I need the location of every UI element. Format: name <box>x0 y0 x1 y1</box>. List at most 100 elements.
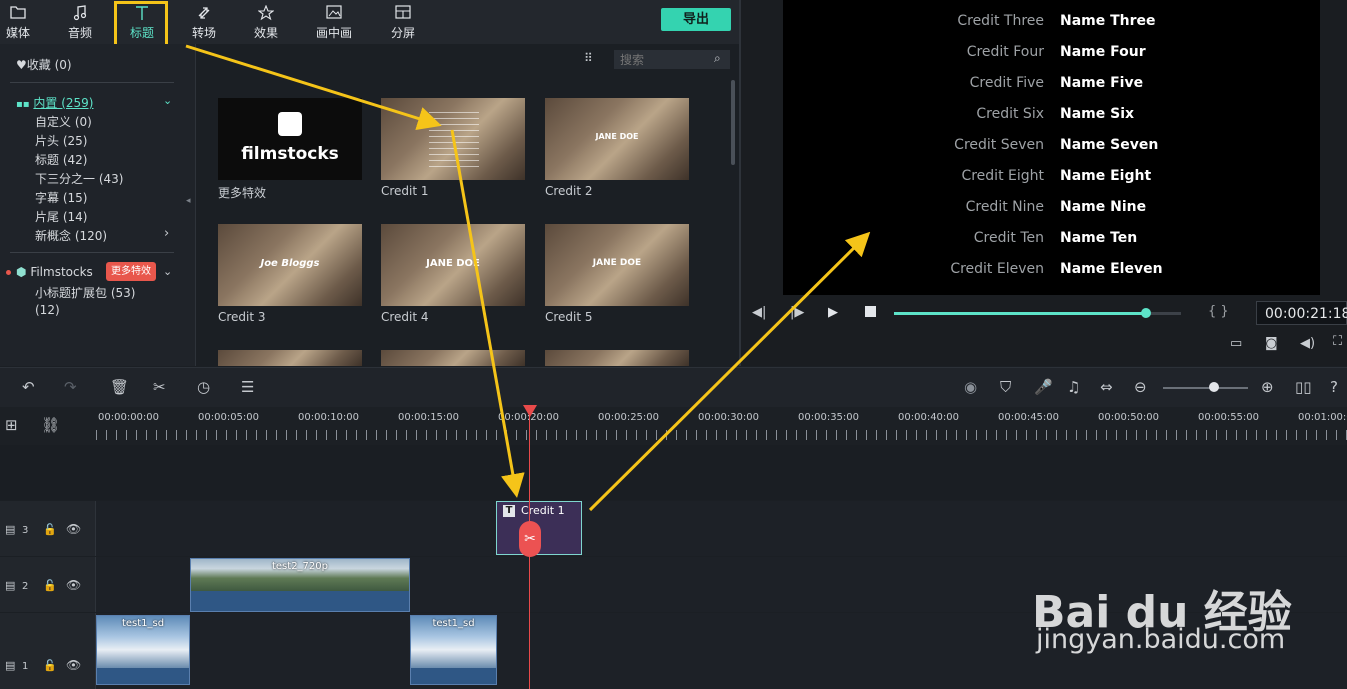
title-t-icon: T <box>503 505 515 517</box>
video-clip-track1-a[interactable]: test1_sd <box>96 615 190 685</box>
chevron-right-icon[interactable]: › <box>164 226 169 241</box>
ruler-tick-label: 00:00:30:00 <box>698 412 760 423</box>
title-library <box>196 44 739 366</box>
tab-effects[interactable]: 效果 <box>239 2 293 42</box>
thumb-overlay-text: JANE DOE <box>426 258 480 269</box>
library-scrollbar[interactable] <box>731 80 735 165</box>
credit-name: Name Nine <box>1060 199 1147 215</box>
highlight-box <box>114 1 168 47</box>
tab-split-screen[interactable]: 分屏 <box>376 2 430 42</box>
render-preview-icon[interactable]: ◉ <box>964 378 977 396</box>
fullscreen-icon[interactable]: ⛶ <box>1333 334 1342 349</box>
cut-scissors-icon[interactable]: ✂ <box>153 378 166 396</box>
divider <box>10 82 174 83</box>
tab-label: 效果 <box>253 26 278 40</box>
sidebar-item-titles[interactable]: 标题 (42) <box>35 151 87 168</box>
panel-splitter[interactable] <box>739 0 741 366</box>
grid-view-icon[interactable]: ⠿ <box>584 51 593 65</box>
credit-name: Name Eleven <box>1060 261 1163 277</box>
lock-icon[interactable]: 🔓 <box>43 523 57 536</box>
thumb-partial[interactable] <box>381 350 525 366</box>
thumb-credit-1[interactable] <box>381 98 525 180</box>
zoom-out-icon[interactable]: ⊖ <box>1134 378 1147 396</box>
tab-media[interactable]: 媒体 <box>0 2 45 42</box>
tab-pip[interactable]: 画中画 <box>307 2 361 42</box>
filmstocks-cube-icon: ⬢ <box>16 265 27 279</box>
thumb-partial[interactable] <box>545 350 689 366</box>
tab-transitions[interactable]: 转场 <box>177 2 231 42</box>
tab-audio[interactable]: 音频 <box>53 2 107 42</box>
thumb-credit-4[interactable]: JANE DOE <box>381 224 525 306</box>
marker-icon[interactable]: ⛉ <box>1000 378 1011 396</box>
thumb-filmstocks[interactable]: filmstocks <box>218 98 362 180</box>
lock-icon[interactable]: 🔓 <box>43 659 57 672</box>
play-pause-icon[interactable]: |▶ <box>790 305 804 320</box>
sidebar-item-new-concept[interactable]: 新概念 (120) <box>35 227 107 244</box>
baidu-watermark: Bai du 经验 jingyan.baidu.com <box>1030 548 1340 688</box>
ruler-tick-label: 00:00:05:00 <box>198 412 260 423</box>
credit-role: Credit Nine <box>965 199 1044 215</box>
lock-icon[interactable]: 🔓 <box>43 579 57 592</box>
video-clip-track2[interactable]: test2_720p <box>190 558 410 612</box>
help-icon[interactable]: ? <box>1330 378 1338 396</box>
eye-icon[interactable]: 👁 <box>66 522 81 536</box>
thumb-credit-2[interactable]: JANE DOE <box>545 98 689 180</box>
eye-icon[interactable]: 👁 <box>66 658 81 672</box>
export-button[interactable]: 导出 <box>661 8 731 31</box>
playhead-handle[interactable] <box>523 405 537 417</box>
zoom-slider-track[interactable] <box>1163 387 1248 389</box>
sidebar-item-custom[interactable]: 自定义 (0) <box>35 113 92 130</box>
sidebar-item-builtin[interactable]: ▪▪ 内置 (259) <box>16 94 93 111</box>
undo-icon[interactable]: ↶ <box>22 378 35 396</box>
snapshot-camera-icon[interactable]: ◙ <box>1265 336 1278 351</box>
volume-icon[interactable]: ◀) <box>1300 336 1315 351</box>
sidebar-item-lower-thirds[interactable]: 下三分之一 (43) <box>35 170 123 187</box>
thumb-partial[interactable] <box>218 350 362 366</box>
zoom-slider-knob[interactable] <box>1209 382 1219 392</box>
thumb-label: Credit 1 <box>381 184 429 198</box>
ruler-tick-label: 00:00:55:00 <box>1198 412 1260 423</box>
prev-frame-icon[interactable]: ◀| <box>752 305 766 320</box>
video-clip-track1-b[interactable]: test1_sd <box>410 615 497 685</box>
collapse-left-icon[interactable]: ◂ <box>186 196 191 206</box>
tab-label: 音频 <box>67 26 92 40</box>
credit-role: Credit Six <box>976 106 1044 122</box>
sidebar-item-favorites[interactable]: ♥收藏 (0) <box>16 56 72 73</box>
sidebar-item-pack[interactable]: 小标题扩展包 (53) <box>35 284 135 301</box>
ruler-tick-label: 00:00:40:00 <box>898 412 960 423</box>
sidebar-item-filmstocks[interactable]: ⬢ Filmstocks <box>16 265 93 279</box>
clip-name: Credit 1 <box>521 504 565 517</box>
audio-mixer-icon[interactable]: ♫ <box>1067 378 1080 396</box>
chevron-down-icon[interactable]: ⌄ <box>163 265 172 278</box>
add-track-icon[interactable]: ⊞ <box>5 416 18 434</box>
thumb-credit-5[interactable]: JANE DOE <box>545 224 689 306</box>
chevron-down-icon[interactable]: ⌄ <box>163 94 172 107</box>
delete-trash-icon[interactable]: 🗑 <box>110 378 129 396</box>
more-effects-badge[interactable]: 更多特效 <box>106 262 156 281</box>
playback-scrubber[interactable] <box>1141 308 1151 318</box>
search-icon[interactable]: ⌕ <box>714 51 721 66</box>
tab-label: 媒体 <box>5 26 30 40</box>
split-at-playhead-button[interactable]: ✂ <box>519 521 541 557</box>
sidebar-item-end-credits[interactable]: 片尾 (14) <box>35 208 87 225</box>
track-number: 1 <box>22 661 29 672</box>
sidebar-item-label: 内置 (259) <box>33 96 94 110</box>
unlink-icon[interactable]: ⛓ <box>41 416 60 434</box>
play-icon[interactable]: ▶ <box>828 305 838 320</box>
microphone-icon[interactable]: 🎤 <box>1034 378 1053 396</box>
display-settings-icon[interactable]: ▭ <box>1230 336 1242 351</box>
search-input[interactable] <box>614 50 730 69</box>
fit-timeline-icon[interactable]: ⇔ <box>1100 378 1113 396</box>
mark-in-out[interactable]: { } <box>1208 304 1229 319</box>
adjust-sliders-icon[interactable]: ☰ <box>241 378 254 396</box>
speed-clock-icon[interactable]: ◷ <box>197 378 210 396</box>
split-view-icon[interactable]: ▯▯ <box>1295 378 1312 396</box>
sidebar-item-openers[interactable]: 片头 (25) <box>35 132 87 149</box>
clip-name: test1_sd <box>432 618 475 629</box>
eye-icon[interactable]: 👁 <box>66 578 81 592</box>
sidebar-item-subtitles[interactable]: 字幕 (15) <box>35 189 87 206</box>
redo-icon[interactable]: ↷ <box>64 378 77 396</box>
stop-icon[interactable] <box>865 306 876 317</box>
zoom-in-icon[interactable]: ⊕ <box>1261 378 1274 396</box>
thumb-credit-3[interactable]: Joe Bloggs <box>218 224 362 306</box>
